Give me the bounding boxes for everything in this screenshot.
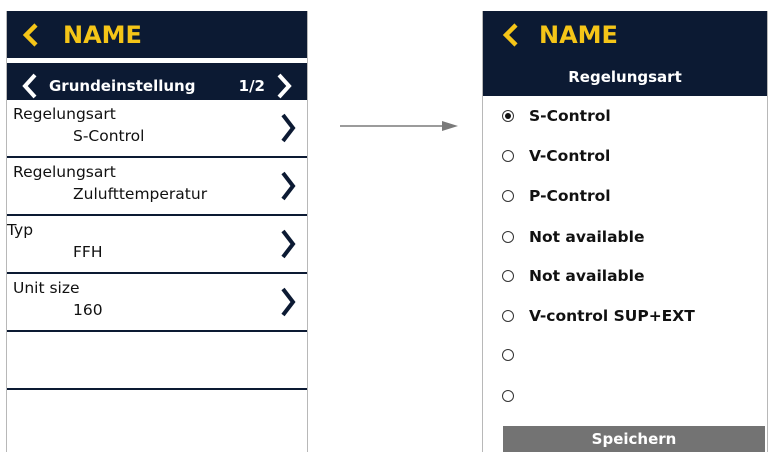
- right-header: NAME: [483, 11, 767, 59]
- option-label: V-Control: [529, 147, 611, 165]
- option-label: V-control SUP+EXT: [529, 307, 695, 325]
- radio-option[interactable]: Not available: [483, 219, 767, 259]
- next-section-chevron-icon[interactable]: [275, 72, 293, 100]
- radio-option[interactable]: S-Control: [483, 98, 767, 138]
- radio-icon[interactable]: [502, 150, 514, 162]
- empty-row: [7, 332, 307, 390]
- arrow-right-icon: [340, 121, 458, 131]
- setting-value: S-Control: [73, 127, 145, 145]
- setting-label: Typ: [7, 221, 34, 239]
- right-screen: NAME Regelungsart S-Control V-Control P-…: [482, 11, 768, 452]
- option-label: S-Control: [529, 107, 611, 125]
- radio-option[interactable]: P-Control: [483, 178, 767, 218]
- left-header: NAME: [7, 11, 307, 58]
- option-label: Not available: [529, 267, 645, 285]
- back-chevron-icon[interactable]: [501, 23, 521, 47]
- setting-value: FFH: [73, 243, 103, 261]
- radio-icon[interactable]: [502, 270, 514, 282]
- prev-section-chevron-icon[interactable]: [21, 72, 39, 100]
- chevron-right-icon: [281, 113, 296, 143]
- setting-label: Unit size: [13, 279, 80, 297]
- setting-label: Regelungsart: [13, 163, 116, 181]
- radio-option[interactable]: V-Control: [483, 138, 767, 178]
- radio-option[interactable]: [483, 337, 767, 377]
- chevron-right-icon: [281, 171, 296, 201]
- left-screen: NAME Grundeinstellung 1/2 Regelungsart S…: [6, 11, 308, 452]
- option-label: P-Control: [529, 187, 611, 205]
- radio-icon[interactable]: [502, 231, 514, 243]
- radio-selected-icon[interactable]: [502, 110, 514, 122]
- option-list-heading: Regelungsart: [483, 59, 767, 96]
- radio-icon[interactable]: [502, 390, 514, 402]
- radio-icon[interactable]: [502, 190, 514, 202]
- chevron-right-icon: [281, 229, 296, 259]
- setting-row-unit-size[interactable]: Unit size 160: [7, 274, 307, 332]
- chevron-right-icon: [281, 287, 296, 317]
- radio-option[interactable]: [483, 378, 767, 418]
- radio-option[interactable]: Not available: [483, 258, 767, 298]
- page-title: NAME: [539, 21, 618, 49]
- setting-value: 160: [73, 301, 103, 319]
- radio-icon[interactable]: [502, 349, 514, 361]
- radio-option[interactable]: V-control SUP+EXT: [483, 298, 767, 338]
- setting-row-typ[interactable]: Typ FFH: [7, 216, 307, 274]
- setting-label: Regelungsart: [13, 105, 116, 123]
- option-label: Not available: [529, 228, 645, 246]
- radio-icon[interactable]: [502, 310, 514, 322]
- setting-row-regelungsart-2[interactable]: Regelungsart Zulufttemperatur: [7, 158, 307, 216]
- back-chevron-icon[interactable]: [21, 23, 41, 47]
- setting-value: Zulufttemperatur: [73, 185, 208, 203]
- save-button[interactable]: Speichern: [503, 426, 765, 452]
- setting-row-regelungsart[interactable]: Regelungsart S-Control: [7, 100, 307, 158]
- page-title: NAME: [63, 21, 142, 49]
